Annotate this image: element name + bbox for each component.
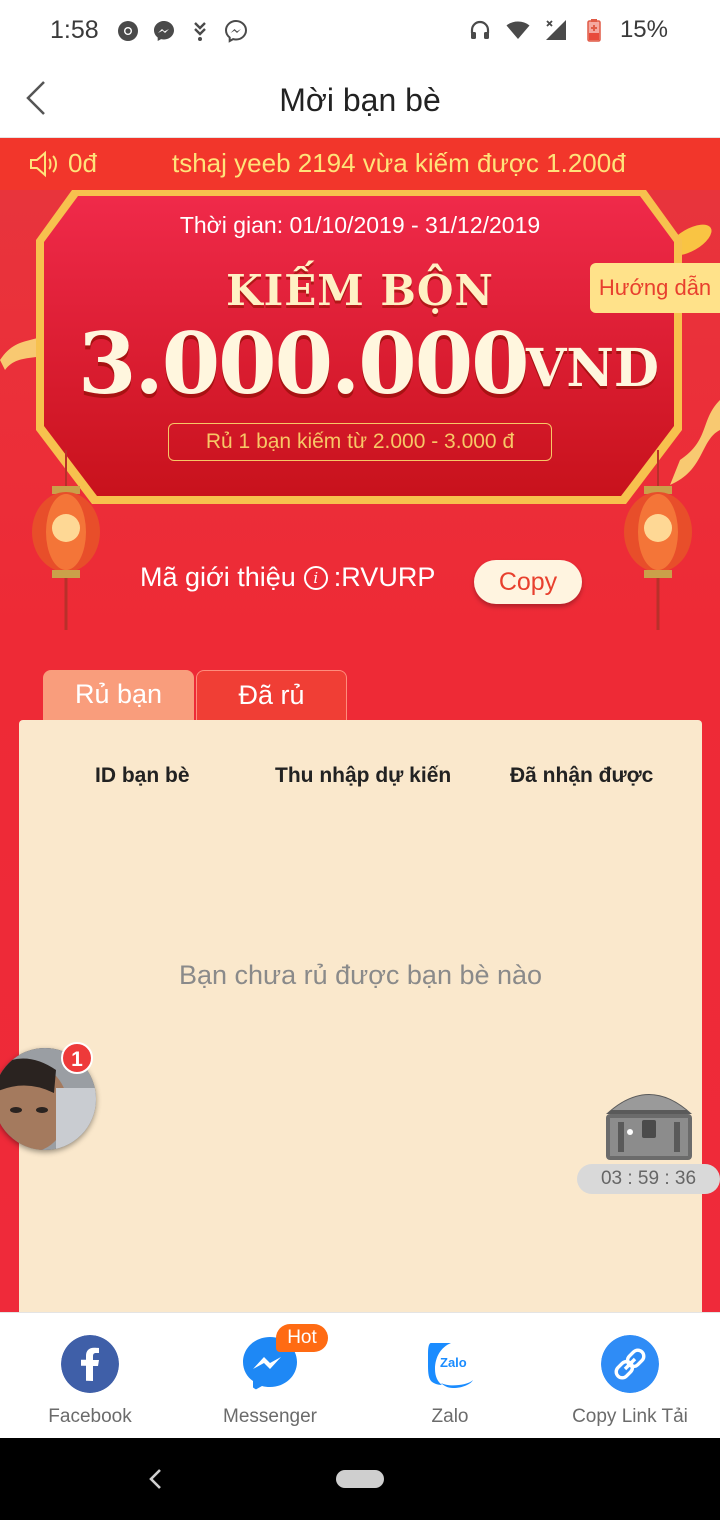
speaker-icon: [30, 150, 57, 178]
lantern-decoration: [624, 450, 692, 630]
treasure-chest-icon[interactable]: [598, 1080, 700, 1164]
share-copy-link[interactable]: Copy Link Tải: [540, 1335, 720, 1428]
hot-badge: Hot: [276, 1324, 328, 1352]
battery-percentage: 15%: [619, 16, 668, 43]
link-icon: [601, 1335, 659, 1393]
download-icon: [194, 22, 206, 41]
ticker-balance: 0đ: [68, 148, 97, 178]
page-title: Mời bạn bè: [279, 82, 441, 118]
facebook-icon: [61, 1335, 119, 1393]
share-messenger[interactable]: Messenger: [180, 1335, 360, 1428]
referral-code: RVURP: [341, 562, 436, 592]
column-header-received: Đã nhận được: [510, 764, 654, 787]
svg-text:Zalo: Zalo: [440, 1355, 467, 1370]
signal-icon: [545, 20, 566, 40]
share-zalo[interactable]: Zalo Zalo: [360, 1335, 540, 1428]
share-facebook[interactable]: Facebook: [0, 1335, 180, 1428]
status-bar: 1:58 15%: [0, 0, 720, 62]
messenger-icon: [224, 19, 248, 43]
share-bar: Facebook Messenger Zalo Zalo Copy Link T…: [0, 1312, 720, 1438]
tab-invite[interactable]: Rủ bạn: [43, 670, 194, 720]
promo-period: Thời gian: 01/10/2019 - 31/12/2019: [179, 212, 541, 238]
app-header: Mời bạn bè: [0, 62, 720, 138]
referral-code-row: Mã giới thiệu i : RVURP: [140, 562, 435, 593]
tab-invited[interactable]: Đã rủ: [196, 670, 347, 720]
friends-table: ID bạn bè Thu nhập dự kiến Đã nhận được …: [19, 720, 702, 1312]
info-icon[interactable]: i: [303, 565, 328, 590]
earnings-ticker: 0đ tshaj yeeb 2194 vừa kiếm được 1.200đ: [0, 138, 720, 190]
copy-code-button[interactable]: Copy: [474, 560, 582, 604]
referral-code-prefix: :: [333, 562, 342, 592]
chest-countdown: 03 : 59 : 36: [577, 1164, 720, 1194]
share-zalo-label: Zalo: [431, 1406, 469, 1427]
battery-icon: [587, 19, 601, 42]
share-messenger-label: Messenger: [223, 1406, 317, 1427]
share-facebook-label: Facebook: [48, 1406, 132, 1427]
status-time: 1:58: [50, 16, 99, 44]
nav-home-pill[interactable]: [336, 1470, 384, 1488]
system-nav-bar: [0, 1438, 720, 1520]
guide-button[interactable]: Hướng dẫn: [590, 263, 720, 313]
column-header-expected: Thu nhập dự kiến: [275, 764, 452, 787]
messenger-icon: [154, 21, 174, 41]
zalo-icon: Zalo: [421, 1335, 479, 1393]
notification-badge: 1: [61, 1042, 93, 1074]
promo-amount: 3.000.000: [78, 314, 530, 413]
headphones-icon: [470, 20, 490, 39]
promo-note: Rủ 1 bạn kiếm từ 2.000 - 3.000 đ: [168, 423, 552, 461]
column-header-id: ID bạn bè: [95, 764, 190, 787]
referral-label: Mã giới thiệu: [140, 562, 296, 592]
nav-back-icon[interactable]: [146, 1466, 166, 1492]
share-copy-link-label: Copy Link Tải: [572, 1406, 688, 1427]
chrome-icon: [118, 21, 138, 41]
empty-state-message: Bạn chưa rủ được bạn bè nào: [178, 960, 543, 990]
lantern-decoration: [32, 450, 100, 630]
promo-currency: VND: [526, 338, 659, 399]
ticker-message: tshaj yeeb 2194 vừa kiếm được 1.200đ: [172, 148, 626, 178]
wifi-icon: [506, 21, 530, 39]
